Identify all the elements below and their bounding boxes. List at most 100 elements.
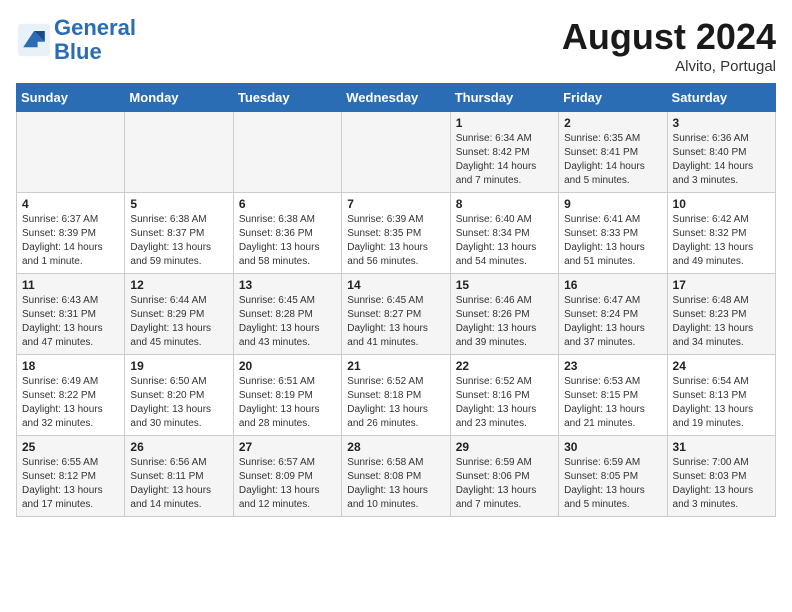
day-number: 4 bbox=[22, 197, 119, 211]
day-number: 3 bbox=[673, 116, 770, 130]
logo-icon bbox=[16, 22, 52, 58]
calendar-cell: 4 Sunrise: 6:37 AM Sunset: 8:39 PM Daylig… bbox=[17, 193, 125, 274]
calendar-cell: 13 Sunrise: 6:45 AM Sunset: 8:28 PM Dayli… bbox=[233, 274, 341, 355]
calendar-cell: 16 Sunrise: 6:47 AM Sunset: 8:24 PM Dayli… bbox=[559, 274, 667, 355]
day-number: 17 bbox=[673, 278, 770, 292]
week-row-5: 25 Sunrise: 6:55 AM Sunset: 8:12 PM Dayli… bbox=[17, 436, 776, 517]
cell-info: Sunrise: 6:58 AM Sunset: 8:08 PM Dayligh… bbox=[347, 456, 444, 512]
cell-info: Sunrise: 6:35 AM Sunset: 8:41 PM Dayligh… bbox=[564, 132, 661, 188]
day-number: 21 bbox=[347, 359, 444, 373]
calendar-cell: 18Sunrise: 6:49 AM Sunset: 8:22 PM Dayli… bbox=[17, 355, 125, 436]
calendar-cell: 17 Sunrise: 6:48 AM Sunset: 8:23 PM Dayli… bbox=[667, 274, 775, 355]
day-number: 29 bbox=[456, 440, 553, 454]
day-number: 11 bbox=[22, 278, 119, 292]
calendar-cell: 8Sunrise: 6:40 AM Sunset: 8:34 PM Daylig… bbox=[450, 193, 558, 274]
cell-info: Sunrise: 6:56 AM Sunset: 8:11 PM Dayligh… bbox=[130, 456, 227, 512]
header-thursday: Thursday bbox=[450, 84, 558, 112]
cell-info: Sunrise: 6:52 AM Sunset: 8:18 PM Dayligh… bbox=[347, 375, 444, 431]
logo-general: General bbox=[54, 15, 136, 40]
cell-info: Sunrise: 6:37 AM Sunset: 8:39 PM Dayligh… bbox=[22, 213, 119, 269]
cell-info: Sunrise: 6:52 AM Sunset: 8:16 PM Dayligh… bbox=[456, 375, 553, 431]
cell-info: Sunrise: 6:40 AM Sunset: 8:34 PM Dayligh… bbox=[456, 213, 553, 269]
cell-info: Sunrise: 6:47 AM Sunset: 8:24 PM Dayligh… bbox=[564, 294, 661, 350]
cell-info: Sunrise: 6:50 AM Sunset: 8:20 PM Dayligh… bbox=[130, 375, 227, 431]
cell-info: Sunrise: 7:00 AM Sunset: 8:03 PM Dayligh… bbox=[673, 456, 770, 512]
day-number: 26 bbox=[130, 440, 227, 454]
calendar-cell bbox=[233, 112, 341, 193]
cell-info: Sunrise: 6:53 AM Sunset: 8:15 PM Dayligh… bbox=[564, 375, 661, 431]
day-number: 2 bbox=[564, 116, 661, 130]
cell-info: Sunrise: 6:59 AM Sunset: 8:05 PM Dayligh… bbox=[564, 456, 661, 512]
cell-info: Sunrise: 6:38 AM Sunset: 8:37 PM Dayligh… bbox=[130, 213, 227, 269]
calendar-header-row: SundayMondayTuesdayWednesdayThursdayFrid… bbox=[17, 84, 776, 112]
day-number: 6 bbox=[239, 197, 336, 211]
logo-text: General Blue bbox=[54, 16, 136, 64]
header-monday: Monday bbox=[125, 84, 233, 112]
header-saturday: Saturday bbox=[667, 84, 775, 112]
calendar-cell bbox=[342, 112, 450, 193]
cell-info: Sunrise: 6:45 AM Sunset: 8:27 PM Dayligh… bbox=[347, 294, 444, 350]
cell-info: Sunrise: 6:41 AM Sunset: 8:33 PM Dayligh… bbox=[564, 213, 661, 269]
calendar-cell: 6 Sunrise: 6:38 AM Sunset: 8:36 PM Daylig… bbox=[233, 193, 341, 274]
calendar-cell: 11 Sunrise: 6:43 AM Sunset: 8:31 PM Dayli… bbox=[17, 274, 125, 355]
cell-info: Sunrise: 6:39 AM Sunset: 8:35 PM Dayligh… bbox=[347, 213, 444, 269]
calendar-cell: 26 Sunrise: 6:56 AM Sunset: 8:11 PM Dayli… bbox=[125, 436, 233, 517]
calendar-cell: 22 Sunrise: 6:52 AM Sunset: 8:16 PM Dayli… bbox=[450, 355, 558, 436]
calendar-cell: 25 Sunrise: 6:55 AM Sunset: 8:12 PM Dayli… bbox=[17, 436, 125, 517]
cell-info: Sunrise: 6:44 AM Sunset: 8:29 PM Dayligh… bbox=[130, 294, 227, 350]
calendar-cell: 21 Sunrise: 6:52 AM Sunset: 8:18 PM Dayli… bbox=[342, 355, 450, 436]
day-number: 23 bbox=[564, 359, 661, 373]
cell-info: Sunrise: 6:57 AM Sunset: 8:09 PM Dayligh… bbox=[239, 456, 336, 512]
cell-info: Sunrise: 6:55 AM Sunset: 8:12 PM Dayligh… bbox=[22, 456, 119, 512]
week-row-2: 4 Sunrise: 6:37 AM Sunset: 8:39 PM Daylig… bbox=[17, 193, 776, 274]
logo-blue: Blue bbox=[54, 39, 102, 64]
day-number: 30 bbox=[564, 440, 661, 454]
day-number: 10 bbox=[673, 197, 770, 211]
calendar-cell: 1 Sunrise: 6:34 AM Sunset: 8:42 PM Daylig… bbox=[450, 112, 558, 193]
calendar-cell: 7 Sunrise: 6:39 AM Sunset: 8:35 PM Daylig… bbox=[342, 193, 450, 274]
cell-info: Sunrise: 6:43 AM Sunset: 8:31 PM Dayligh… bbox=[22, 294, 119, 350]
cell-info: Sunrise: 6:42 AM Sunset: 8:32 PM Dayligh… bbox=[673, 213, 770, 269]
day-number: 22 bbox=[456, 359, 553, 373]
page-header: General Blue August 2024 Alvito, Portuga… bbox=[16, 16, 776, 75]
cell-info: Sunrise: 6:49 AM Sunset: 8:22 PM Dayligh… bbox=[22, 375, 119, 431]
header-sunday: Sunday bbox=[17, 84, 125, 112]
calendar-cell: 10 Sunrise: 6:42 AM Sunset: 8:32 PM Dayli… bbox=[667, 193, 775, 274]
day-number: 13 bbox=[239, 278, 336, 292]
title-block: August 2024 Alvito, Portugal bbox=[562, 16, 776, 75]
cell-info: Sunrise: 6:59 AM Sunset: 8:06 PM Dayligh… bbox=[456, 456, 553, 512]
header-friday: Friday bbox=[559, 84, 667, 112]
day-number: 12 bbox=[130, 278, 227, 292]
calendar-cell: 30 Sunrise: 6:59 AM Sunset: 8:05 PM Dayli… bbox=[559, 436, 667, 517]
day-number: 31 bbox=[673, 440, 770, 454]
cell-info: Sunrise: 6:45 AM Sunset: 8:28 PM Dayligh… bbox=[239, 294, 336, 350]
calendar-cell: 20Sunrise: 6:51 AM Sunset: 8:19 PM Dayli… bbox=[233, 355, 341, 436]
day-number: 19 bbox=[130, 359, 227, 373]
logo: General Blue bbox=[16, 16, 136, 64]
calendar-cell: 3Sunrise: 6:36 AM Sunset: 8:40 PM Daylig… bbox=[667, 112, 775, 193]
week-row-4: 18Sunrise: 6:49 AM Sunset: 8:22 PM Dayli… bbox=[17, 355, 776, 436]
day-number: 24 bbox=[673, 359, 770, 373]
header-wednesday: Wednesday bbox=[342, 84, 450, 112]
calendar-cell: 5Sunrise: 6:38 AM Sunset: 8:37 PM Daylig… bbox=[125, 193, 233, 274]
day-number: 7 bbox=[347, 197, 444, 211]
calendar-cell: 12 Sunrise: 6:44 AM Sunset: 8:29 PM Dayli… bbox=[125, 274, 233, 355]
day-number: 16 bbox=[564, 278, 661, 292]
cell-info: Sunrise: 6:51 AM Sunset: 8:19 PM Dayligh… bbox=[239, 375, 336, 431]
day-number: 1 bbox=[456, 116, 553, 130]
calendar-cell: 31 Sunrise: 7:00 AM Sunset: 8:03 PM Dayli… bbox=[667, 436, 775, 517]
calendar-cell: 9Sunrise: 6:41 AM Sunset: 8:33 PM Daylig… bbox=[559, 193, 667, 274]
cell-info: Sunrise: 6:38 AM Sunset: 8:36 PM Dayligh… bbox=[239, 213, 336, 269]
cell-info: Sunrise: 6:48 AM Sunset: 8:23 PM Dayligh… bbox=[673, 294, 770, 350]
day-number: 27 bbox=[239, 440, 336, 454]
week-row-1: 1 Sunrise: 6:34 AM Sunset: 8:42 PM Daylig… bbox=[17, 112, 776, 193]
calendar-cell: 29 Sunrise: 6:59 AM Sunset: 8:06 PM Dayli… bbox=[450, 436, 558, 517]
day-number: 15 bbox=[456, 278, 553, 292]
calendar-cell: 27 Sunrise: 6:57 AM Sunset: 8:09 PM Dayli… bbox=[233, 436, 341, 517]
calendar-cell bbox=[17, 112, 125, 193]
calendar-table: SundayMondayTuesdayWednesdayThursdayFrid… bbox=[16, 83, 776, 517]
cell-info: Sunrise: 6:34 AM Sunset: 8:42 PM Dayligh… bbox=[456, 132, 553, 188]
cell-info: Sunrise: 6:46 AM Sunset: 8:26 PM Dayligh… bbox=[456, 294, 553, 350]
location: Alvito, Portugal bbox=[562, 58, 776, 75]
day-number: 25 bbox=[22, 440, 119, 454]
